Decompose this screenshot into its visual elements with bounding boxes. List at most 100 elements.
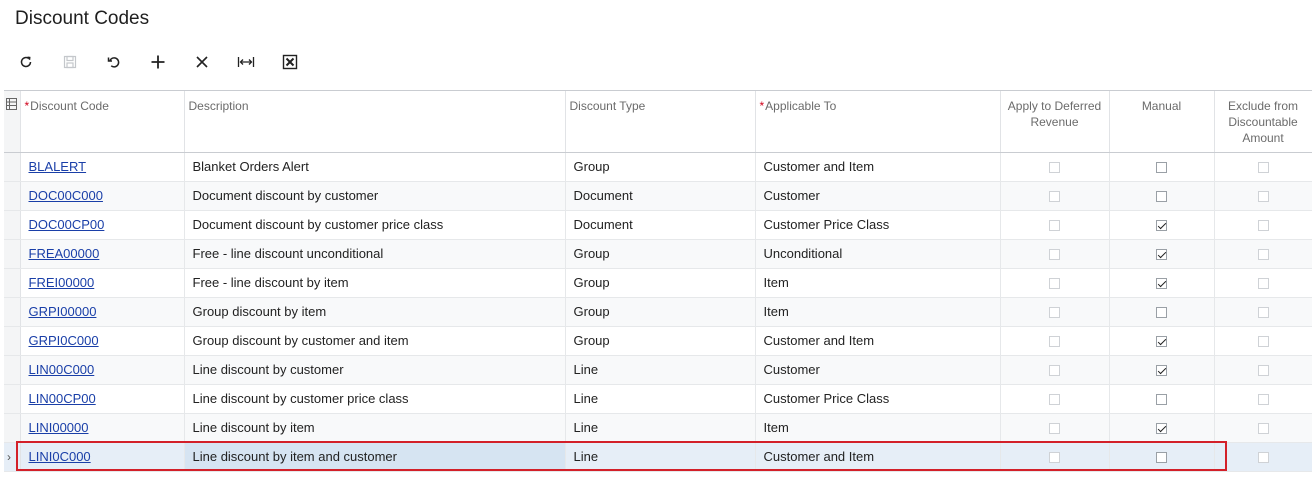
apply-to-deferred-revenue-cell[interactable] <box>1000 152 1110 182</box>
row-selector[interactable] <box>4 181 21 211</box>
apply-to-deferred-revenue-checkbox[interactable] <box>1049 365 1060 377</box>
exclude-from-discountable-cell[interactable] <box>1214 355 1312 385</box>
exclude-from-discountable-checkbox[interactable] <box>1257 191 1269 203</box>
manual-checkbox[interactable] <box>1156 307 1167 319</box>
exclude-from-discountable-cell[interactable] <box>1214 181 1312 211</box>
exclude-from-discountable-cell[interactable] <box>1214 442 1312 472</box>
discount-code-link[interactable]: BLALERT <box>29 159 87 174</box>
discount-code-cell[interactable]: DOC00CP00 <box>20 210 185 240</box>
apply-to-deferred-revenue-cell[interactable] <box>1000 210 1110 240</box>
discount-code-link[interactable]: LIN00C000 <box>29 362 95 377</box>
discount-type-cell[interactable]: Group <box>565 326 756 356</box>
header-description[interactable]: Description <box>184 91 566 153</box>
manual-checkbox[interactable] <box>1156 220 1167 232</box>
column-config-header[interactable] <box>4 91 21 153</box>
refresh-button[interactable] <box>14 50 38 74</box>
delete-row-button[interactable] <box>190 50 214 74</box>
applicable-to-cell[interactable]: Item <box>755 297 1001 327</box>
exclude-from-discountable-checkbox[interactable] <box>1257 365 1269 377</box>
exclude-from-discountable-checkbox[interactable] <box>1257 220 1269 232</box>
applicable-to-cell[interactable]: Customer Price Class <box>755 210 1001 240</box>
table-row[interactable]: GRPI0C000 Group discount by customer and … <box>4 326 1312 356</box>
apply-to-deferred-revenue-cell[interactable] <box>1000 297 1110 327</box>
apply-to-deferred-revenue-checkbox[interactable] <box>1049 220 1060 232</box>
discount-type-cell[interactable]: Document <box>565 210 756 240</box>
discount-code-cell[interactable]: GRPI0C000 <box>20 326 185 356</box>
discount-code-link[interactable]: FREI00000 <box>29 275 95 290</box>
row-selector[interactable] <box>4 268 21 298</box>
table-row[interactable]: LINI00000 Line discount by item Line Item <box>4 413 1312 443</box>
table-row[interactable]: BLALERT Blanket Orders Alert Group Customer… <box>4 152 1312 182</box>
discount-code-cell[interactable]: LIN00C000 <box>20 355 185 385</box>
discount-code-cell[interactable]: LIN00CP00 <box>20 384 185 414</box>
manual-cell[interactable] <box>1109 326 1215 356</box>
discount-code-cell[interactable]: FREA00000 <box>20 239 185 269</box>
applicable-to-cell[interactable]: Customer and Item <box>755 152 1001 182</box>
applicable-to-cell[interactable]: Item <box>755 268 1001 298</box>
header-apply-to-deferred-revenue[interactable]: Apply to Deferred Revenue <box>1000 91 1110 153</box>
description-cell[interactable]: Document discount by customer price clas… <box>184 210 566 240</box>
exclude-from-discountable-cell[interactable] <box>1214 384 1312 414</box>
manual-cell[interactable] <box>1109 413 1215 443</box>
export-excel-button[interactable] <box>278 50 302 74</box>
discount-code-cell[interactable]: FREI00000 <box>20 268 185 298</box>
manual-checkbox[interactable] <box>1156 191 1167 203</box>
manual-cell[interactable] <box>1109 384 1215 414</box>
manual-cell[interactable] <box>1109 442 1215 472</box>
row-selector[interactable]: › <box>4 442 21 472</box>
manual-cell[interactable] <box>1109 239 1215 269</box>
apply-to-deferred-revenue-cell[interactable] <box>1000 384 1110 414</box>
applicable-to-cell[interactable]: Customer <box>755 181 1001 211</box>
manual-cell[interactable] <box>1109 181 1215 211</box>
apply-to-deferred-revenue-cell[interactable] <box>1000 239 1110 269</box>
apply-to-deferred-revenue-checkbox[interactable] <box>1049 336 1060 348</box>
description-cell[interactable]: Line discount by customer <box>184 355 566 385</box>
header-manual[interactable]: Manual <box>1109 91 1215 153</box>
discount-code-link[interactable]: DOC00CP00 <box>29 217 105 232</box>
exclude-from-discountable-cell[interactable] <box>1214 268 1312 298</box>
header-applicable-to[interactable]: *Applicable To <box>755 91 1001 153</box>
exclude-from-discountable-checkbox[interactable] <box>1257 249 1269 261</box>
apply-to-deferred-revenue-checkbox[interactable] <box>1049 278 1060 290</box>
row-selector[interactable] <box>4 355 21 385</box>
applicable-to-cell[interactable]: Item <box>755 413 1001 443</box>
add-row-button[interactable] <box>146 50 170 74</box>
manual-checkbox[interactable] <box>1156 394 1167 406</box>
discount-code-link[interactable]: LIN00CP00 <box>29 391 96 406</box>
description-cell[interactable]: Group discount by item <box>184 297 566 327</box>
discount-type-cell[interactable]: Group <box>565 297 756 327</box>
discount-type-cell[interactable]: Group <box>565 268 756 298</box>
exclude-from-discountable-checkbox[interactable] <box>1257 394 1269 406</box>
row-selector[interactable] <box>4 152 21 182</box>
description-cell[interactable]: Line discount by item <box>184 413 566 443</box>
manual-checkbox[interactable] <box>1156 423 1167 435</box>
discount-code-cell[interactable]: DOC00C000 <box>20 181 185 211</box>
manual-checkbox[interactable] <box>1156 278 1167 290</box>
description-cell[interactable]: Free - line discount unconditional <box>184 239 566 269</box>
applicable-to-cell[interactable]: Customer and Item <box>755 326 1001 356</box>
description-cell[interactable]: Group discount by customer and item <box>184 326 566 356</box>
apply-to-deferred-revenue-checkbox[interactable] <box>1049 162 1060 174</box>
table-row[interactable]: FREA00000 Free - line discount unconditio… <box>4 239 1312 269</box>
header-discount-code[interactable]: *Discount Code <box>20 91 185 153</box>
discount-code-link[interactable]: GRPI00000 <box>29 304 97 319</box>
apply-to-deferred-revenue-checkbox[interactable] <box>1049 452 1060 464</box>
row-selector[interactable] <box>4 239 21 269</box>
applicable-to-cell[interactable]: Customer <box>755 355 1001 385</box>
exclude-from-discountable-checkbox[interactable] <box>1257 423 1269 435</box>
manual-cell[interactable] <box>1109 355 1215 385</box>
manual-cell[interactable] <box>1109 152 1215 182</box>
discount-code-cell[interactable]: LINI0C000 <box>20 442 185 472</box>
row-selector[interactable] <box>4 413 21 443</box>
discount-code-link[interactable]: FREA00000 <box>29 246 100 261</box>
apply-to-deferred-revenue-checkbox[interactable] <box>1049 191 1060 203</box>
table-row[interactable]: LIN00C000 Line discount by customer Line Cu… <box>4 355 1312 385</box>
exclude-from-discountable-checkbox[interactable] <box>1257 307 1269 319</box>
exclude-from-discountable-cell[interactable] <box>1214 297 1312 327</box>
applicable-to-cell[interactable]: Unconditional <box>755 239 1001 269</box>
manual-checkbox[interactable] <box>1156 336 1167 348</box>
save-button[interactable] <box>58 50 82 74</box>
discount-code-link[interactable]: LINI00000 <box>29 420 89 435</box>
discount-code-cell[interactable]: BLALERT <box>20 152 185 182</box>
table-row[interactable]: › LINI0C000 Line discount by item and cust… <box>4 442 1312 472</box>
